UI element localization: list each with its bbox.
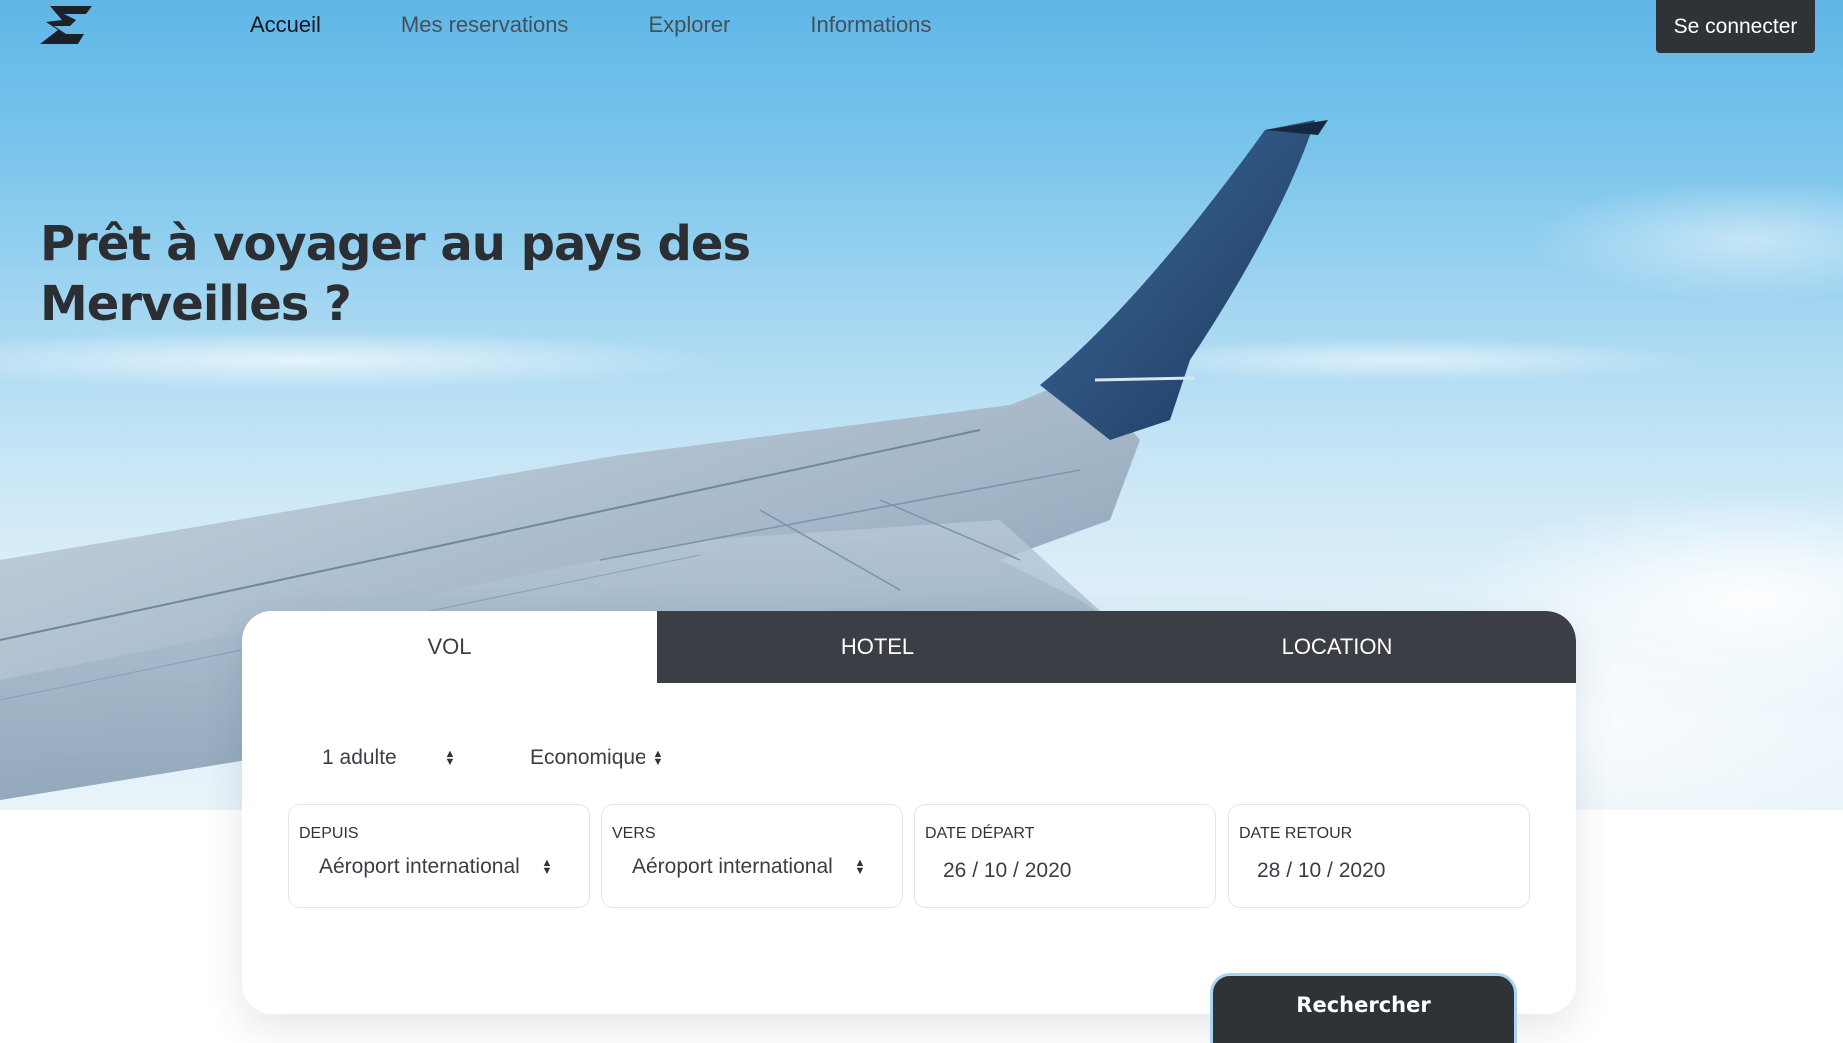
search-fields: DEPUIS Aéroport international ▲ ▼ VERS Aé… [288, 804, 1532, 908]
from-label: DEPUIS [299, 825, 359, 842]
hero-headline: Prêt à voyager au pays des Merveilles ? [40, 216, 751, 332]
select-arrows-icon: ▲ ▼ [444, 748, 456, 768]
main-nav: Accueil Mes reservations Explorer Inform… [250, 0, 1011, 50]
login-button[interactable]: Se connecter [1656, 0, 1815, 53]
from-select[interactable]: Aéroport international ▲ ▼ [319, 855, 559, 879]
nav-link-explorer[interactable]: Explorer [648, 12, 730, 38]
nav-link-mes-reservations[interactable]: Mes reservations [401, 12, 569, 38]
booking-card: VOL HOTEL LOCATION 1 adulte ▲ ▼ Economiqu… [242, 611, 1576, 1014]
select-arrows-icon: ▲ ▼ [652, 748, 664, 768]
tab-location[interactable]: LOCATION [1098, 611, 1576, 683]
departure-date-input[interactable]: 26 / 10 / 2020 [943, 859, 1183, 883]
departure-label: DATE DÉPART [925, 825, 1035, 842]
departure-date-field[interactable]: DATE DÉPART 26 / 10 / 2020 [914, 804, 1216, 908]
passengers-select[interactable]: 1 adulte ▲ ▼ [322, 738, 457, 778]
return-label: DATE RETOUR [1239, 825, 1353, 842]
nav-link-accueil[interactable]: Accueil [250, 12, 321, 38]
return-date-input[interactable]: 28 / 10 / 2020 [1257, 859, 1497, 883]
to-label: VERS [612, 825, 656, 842]
passengers-value: 1 adulte [322, 746, 397, 769]
search-button[interactable]: Rechercher [1210, 973, 1517, 1043]
cabin-class-select[interactable]: Economique ▲ ▼ [530, 738, 665, 778]
select-arrows-icon: ▲ ▼ [541, 857, 553, 877]
to-airport-field[interactable]: VERS Aéroport international ▲ ▼ [601, 804, 903, 908]
tab-vol[interactable]: VOL [242, 611, 657, 683]
from-airport-field[interactable]: DEPUIS Aéroport international ▲ ▼ [288, 804, 590, 908]
booking-tabs: VOL HOTEL LOCATION [242, 611, 1576, 683]
trip-options: 1 adulte ▲ ▼ Economique ▲ ▼ [242, 738, 1576, 778]
brand-logo-icon[interactable] [38, 4, 94, 46]
cabin-class-value: Economique [530, 746, 645, 769]
to-value: Aéroport international [632, 855, 833, 878]
from-value: Aéroport international [319, 855, 520, 878]
tab-hotel[interactable]: HOTEL [657, 611, 1098, 683]
return-date-field[interactable]: DATE RETOUR 28 / 10 / 2020 [1228, 804, 1530, 908]
select-arrows-icon: ▲ ▼ [854, 857, 866, 877]
to-select[interactable]: Aéroport international ▲ ▼ [632, 855, 872, 879]
nav-link-informations[interactable]: Informations [810, 12, 931, 38]
